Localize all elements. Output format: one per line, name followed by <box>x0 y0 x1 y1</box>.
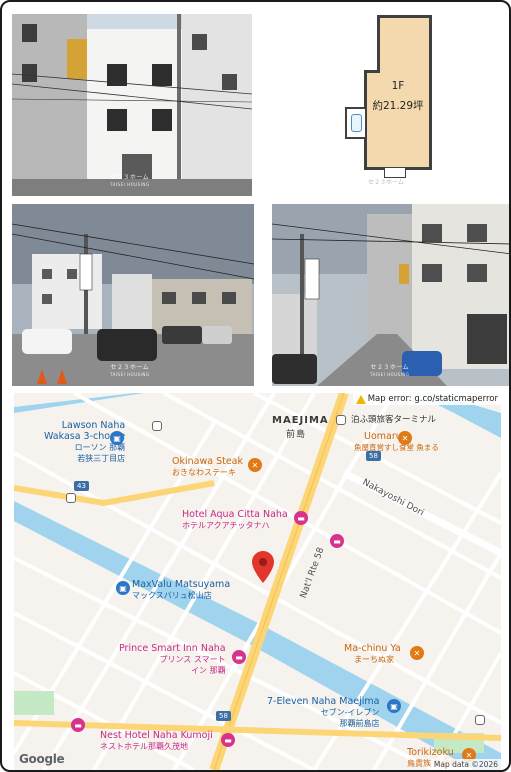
photo-watermark: セ２３ホーム TAISEI HOUSING <box>110 364 150 377</box>
poi-maxvalu[interactable]: MaxValu Matsuyama マックスバリュ松山店 <box>132 579 230 601</box>
area-name-maejima: MAEJIMA <box>272 415 329 426</box>
bus-stop-icon <box>475 715 485 725</box>
area-name-maejima-jp: 前島 <box>286 430 307 440</box>
photo-street-view-image <box>272 204 509 386</box>
poi-uomaru[interactable]: Uomaru 魚屋直営すし食堂 魚まる <box>354 431 439 453</box>
hotel-icon: ▬ <box>221 733 235 747</box>
floor-plan-notch <box>364 15 380 73</box>
photo-street-parking-image <box>12 204 254 386</box>
google-logo: Google <box>19 752 65 766</box>
route-43-shield: 43 <box>74 481 89 491</box>
location-pin-icon[interactable] <box>252 551 274 583</box>
poi-machinu-ya[interactable]: Ma-chinu Ya まーちぬ家 <box>344 643 401 665</box>
photo-building-front-image <box>12 14 252 196</box>
route-58-shield-bottom: 58 <box>216 711 231 721</box>
listing-frame: セ２３ホームTAISEI HOUSING 1F 約21.29坪 セ２３ホーム <box>0 0 511 772</box>
restaurant-icon: ✕ <box>398 431 412 445</box>
store-icon: ▣ <box>110 431 124 445</box>
poi-prince-smart-inn[interactable]: Prince Smart Inn Naha プリンス スマート イン 那覇 <box>119 643 226 676</box>
poi-nest-hotel[interactable]: Nest Hotel Naha Kumoji ネストホテル那覇久茂地 <box>100 730 213 752</box>
warning-icon <box>355 394 366 404</box>
hotel-icon: ▬ <box>71 718 85 732</box>
hotel-icon: ▬ <box>330 534 344 548</box>
restaurant-icon: ✕ <box>248 458 262 472</box>
ferry-terminal-label: 泊ふ頭旅客ターミナル <box>351 415 437 425</box>
photo-watermark: セ２３ホーム TAISEI HOUSING <box>370 364 410 377</box>
map-error-bar: Map error: g.co/staticmaperror <box>352 393 501 405</box>
bus-stop-icon <box>152 421 162 431</box>
photo-street-view[interactable]: セ２３ホーム TAISEI HOUSING <box>272 204 509 386</box>
bus-stop-icon <box>336 415 346 425</box>
location-map[interactable]: Map error: g.co/staticmaperror MAEJIMA 前… <box>14 393 501 770</box>
poi-7-eleven[interactable]: 7-Eleven Naha Maejima セブン-イレブン 那覇前島店 <box>267 696 379 729</box>
toilet-icon <box>351 114 362 132</box>
floor-plan-watermark: セ２３ホーム <box>368 179 404 186</box>
photo-building-front[interactable]: セ２３ホーム TAISEI HOUSING <box>12 14 252 196</box>
hotel-icon: ▬ <box>294 511 308 525</box>
bus-stop-icon <box>66 493 76 503</box>
floor-plan[interactable]: 1F 約21.29坪 セ２３ホーム <box>342 12 442 192</box>
photo-watermark: セ２３ホーム TAISEI HOUSING <box>110 174 150 187</box>
store-icon: ▣ <box>387 699 401 713</box>
store-icon: ▣ <box>116 581 130 595</box>
poi-okinawa-steak[interactable]: Okinawa Steak おきなわステーキ <box>172 456 243 478</box>
poi-hotel-aqua-citta[interactable]: Hotel Aqua Citta Naha ホテルアクアチッタナハ <box>182 509 288 531</box>
restaurant-icon: ✕ <box>410 646 424 660</box>
map-error-text: Map error: g.co/staticmaperror <box>367 394 498 404</box>
photo-street-parking[interactable]: セ２３ホーム TAISEI HOUSING <box>12 204 254 386</box>
floor-plan-area: 約21.29坪 <box>372 100 424 112</box>
hotel-icon: ▬ <box>232 650 246 664</box>
floor-plan-floor: 1F <box>391 80 405 92</box>
map-data-attribution[interactable]: Map data ©2026 <box>430 759 501 770</box>
